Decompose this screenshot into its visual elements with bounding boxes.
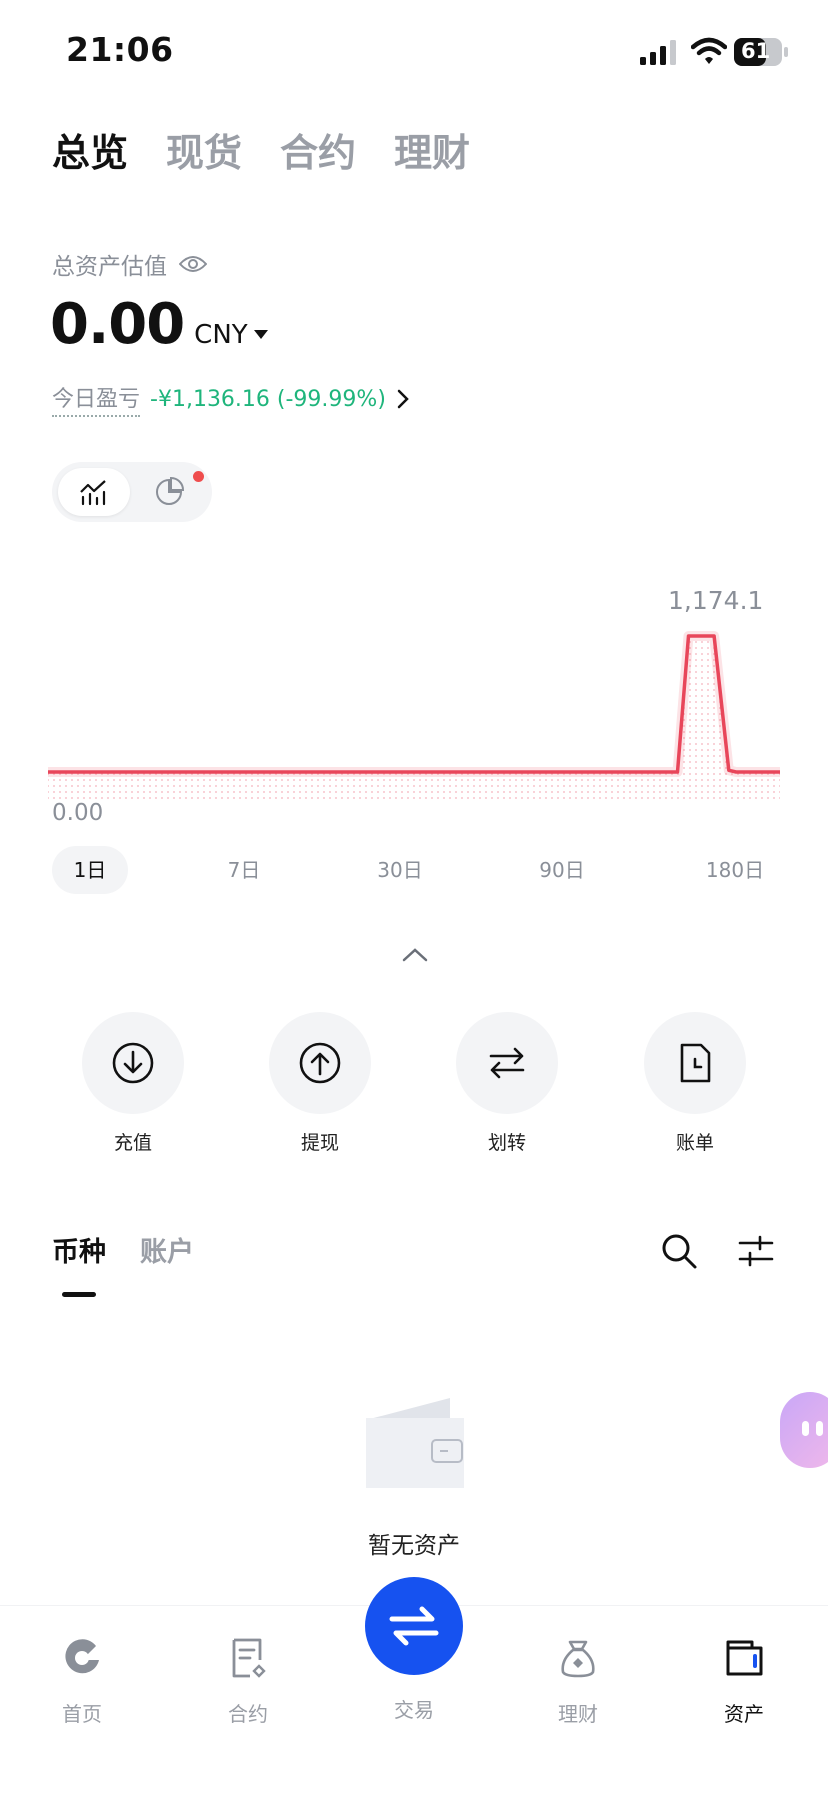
- range-30d[interactable]: 30日: [360, 846, 440, 894]
- tab-accounts[interactable]: 账户: [140, 1230, 194, 1269]
- bill-document-icon: [680, 1043, 711, 1083]
- active-tab-indicator: [62, 1292, 96, 1297]
- pie-chart-icon: [156, 477, 184, 505]
- nav-home-label: 首页: [62, 1702, 102, 1726]
- contract-document-icon: [232, 1638, 266, 1678]
- asset-line-chart: [48, 631, 780, 802]
- chart-line-glow: [48, 631, 780, 777]
- eye-icon[interactable]: [179, 254, 207, 274]
- filter-sliders-icon[interactable]: [738, 1234, 774, 1268]
- line-chart-toggle[interactable]: [58, 468, 130, 516]
- nav-assets[interactable]: 资产: [684, 1636, 804, 1727]
- search-icon[interactable]: [660, 1232, 698, 1270]
- empty-wallet-icon: [366, 1398, 464, 1488]
- total-amount: 0.00: [50, 292, 185, 357]
- bill-label: 账单: [675, 1132, 714, 1154]
- total-assets-label: 总资产估值: [52, 254, 167, 280]
- range-90d[interactable]: 90日: [522, 846, 602, 894]
- pnl-value: -¥1,136.16 (-99.99%): [150, 386, 386, 412]
- withdraw-label: 提现: [300, 1132, 339, 1154]
- withdraw-button[interactable]: 提现: [265, 1012, 375, 1155]
- caret-down-icon: [253, 330, 268, 339]
- today-pnl[interactable]: 今日盈亏 -¥1,136.16 (-99.99%): [52, 381, 410, 417]
- assistant-eye-left: [802, 1421, 809, 1436]
- nav-trade-label: 交易: [394, 1698, 434, 1722]
- total-assets-value: 0.00 CNY: [50, 292, 268, 357]
- assistant-eye-right: [816, 1421, 823, 1436]
- total-assets-header: 总资产估值: [52, 247, 207, 281]
- transfer-label: 划转: [487, 1132, 526, 1154]
- cell-signal-icon: [640, 40, 676, 65]
- chart-line: [48, 634, 780, 774]
- nav-finance[interactable]: 理财: [518, 1636, 638, 1727]
- money-bag-icon: [561, 1640, 595, 1678]
- tab-contract[interactable]: 合约: [280, 122, 356, 177]
- chart-min-label: 0.00: [52, 800, 104, 826]
- range-selector: 1日 7日 30日 90日 180日: [52, 846, 778, 894]
- nav-contract-label: 合约: [228, 1702, 268, 1726]
- tab-finance[interactable]: 理财: [394, 122, 470, 177]
- bill-button[interactable]: 账单: [640, 1012, 750, 1155]
- trade-button[interactable]: [365, 1577, 463, 1675]
- chart-toggle: [52, 462, 212, 522]
- currency-label: CNY: [194, 320, 248, 350]
- wifi-icon: [691, 37, 727, 64]
- tab-spot[interactable]: 现货: [166, 122, 242, 177]
- assistant-bubble[interactable]: [780, 1392, 828, 1468]
- range-180d[interactable]: 180日: [692, 846, 778, 894]
- notification-dot: [193, 471, 204, 482]
- asset-tabs: 币种 账户: [52, 1230, 194, 1269]
- chevron-up-icon[interactable]: [400, 945, 430, 965]
- transfer-arrows-icon: [489, 1047, 525, 1079]
- transfer-button[interactable]: 划转: [452, 1012, 562, 1155]
- battery-level: 61: [741, 39, 771, 63]
- nav-finance-label: 理财: [558, 1702, 598, 1726]
- pnl-label: 今日盈亏: [52, 381, 141, 417]
- tab-overview[interactable]: 总览: [52, 122, 128, 177]
- deposit-label: 充值: [113, 1132, 152, 1154]
- range-7d[interactable]: 7日: [204, 846, 284, 894]
- download-icon: [112, 1042, 154, 1084]
- home-logo-icon: [65, 1639, 99, 1674]
- line-chart-icon: [80, 480, 106, 506]
- nav-contract[interactable]: 合约: [188, 1636, 308, 1727]
- wallet-icon: [726, 1640, 763, 1676]
- upload-icon: [299, 1042, 341, 1084]
- status-time: 21:06: [66, 30, 174, 69]
- deposit-button[interactable]: 充值: [78, 1012, 188, 1155]
- chevron-right-icon: [397, 389, 409, 409]
- empty-state-text: 暂无资产: [368, 1533, 460, 1559]
- nav-assets-label: 资产: [724, 1702, 764, 1726]
- top-tabs: 总览 现货 合约 理财: [52, 122, 470, 177]
- range-1d[interactable]: 1日: [52, 846, 128, 894]
- currency-selector[interactable]: CNY: [194, 320, 268, 350]
- nav-home[interactable]: 首页: [22, 1636, 142, 1727]
- battery-icon: 61: [734, 38, 788, 66]
- chart-area-fill: [48, 636, 780, 802]
- tab-coins[interactable]: 币种: [52, 1230, 106, 1269]
- swap-arrows-icon: [389, 1606, 439, 1646]
